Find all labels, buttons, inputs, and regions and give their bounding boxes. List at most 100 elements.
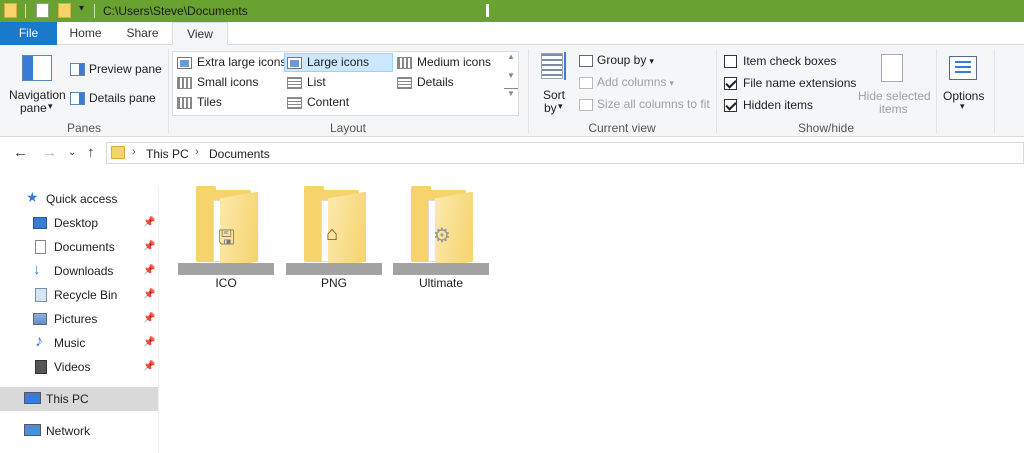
hidden-items-checkbox[interactable] bbox=[724, 99, 737, 113]
size-all-columns-button[interactable]: Size all columns to fit bbox=[579, 97, 710, 111]
folder-item-ico[interactable]: 🖫 ICO bbox=[178, 183, 274, 293]
up-arrow-icon[interactable]: ↑ bbox=[87, 144, 95, 161]
hide-selected-label-line2: items bbox=[879, 102, 908, 116]
window-title: C:\Users\Steve\Documents bbox=[103, 4, 248, 18]
preview-pane-button[interactable]: Preview pane bbox=[70, 62, 162, 77]
customize-quick-access-icon[interactable]: ▾ bbox=[79, 3, 84, 14]
folder-icon[interactable] bbox=[4, 3, 17, 18]
large-icons-icon bbox=[287, 56, 302, 69]
small-icons-icon bbox=[177, 76, 192, 89]
content-icon bbox=[287, 96, 302, 109]
add-columns-button[interactable]: Add columns ▾ bbox=[579, 75, 674, 89]
sort-by-label-line2: by bbox=[544, 101, 557, 115]
desktop-icon bbox=[33, 217, 47, 229]
recent-locations-chevron-icon[interactable]: ⌄ bbox=[68, 147, 76, 158]
file-name-extensions-checkbox[interactable] bbox=[724, 77, 737, 91]
layout-medium-icons[interactable]: Medium icons bbox=[395, 53, 491, 72]
group-separator bbox=[994, 49, 995, 133]
layout-large-icons[interactable]: Large icons bbox=[284, 53, 393, 72]
documents-icon bbox=[35, 240, 46, 254]
list-icon bbox=[287, 76, 302, 89]
item-check-boxes-label: Item check boxes bbox=[743, 54, 837, 68]
expand-gallery-icon[interactable]: ▼ bbox=[504, 88, 518, 98]
pin-icon[interactable]: 📌 bbox=[143, 259, 155, 283]
current-view-group-label: Current view bbox=[588, 121, 656, 135]
thumbnail-bar bbox=[393, 263, 489, 275]
hidden-items-toggle[interactable]: Hidden items bbox=[724, 98, 813, 113]
properties-icon[interactable] bbox=[36, 3, 49, 18]
breadcrumb-documents[interactable]: Documents bbox=[209, 147, 270, 161]
folder-item-ultimate[interactable]: ⚙ Ultimate bbox=[393, 183, 489, 293]
music-icon: ♪ bbox=[35, 333, 43, 350]
item-check-boxes-checkbox[interactable] bbox=[724, 55, 737, 69]
details-pane-icon bbox=[70, 92, 85, 106]
star-icon: ★ bbox=[26, 189, 39, 205]
hide-selected-items-icon bbox=[881, 54, 903, 82]
pin-icon[interactable]: 📌 bbox=[143, 283, 155, 307]
panes-group-label: Panes bbox=[66, 121, 102, 135]
nav-this-pc[interactable]: This PC bbox=[0, 387, 158, 411]
nav-quick-access[interactable]: ★ Quick access bbox=[0, 187, 158, 211]
breadcrumb-chevron-icon[interactable]: › bbox=[132, 146, 136, 158]
nav-item-recycle-bin[interactable]: Recycle Bin 📌 bbox=[0, 283, 158, 307]
nav-item-music[interactable]: ♪ Music 📌 bbox=[0, 331, 158, 355]
preview-pane-label: Preview pane bbox=[89, 62, 162, 76]
nav-item-desktop[interactable]: Desktop 📌 bbox=[0, 211, 158, 235]
new-folder-icon[interactable] bbox=[58, 3, 71, 18]
breadcrumb-this-pc[interactable]: This PC bbox=[146, 147, 189, 161]
tab-share[interactable]: Share bbox=[114, 22, 171, 45]
preview-pane-icon bbox=[70, 63, 85, 77]
tab-view[interactable]: View bbox=[172, 22, 228, 46]
folder-name: PNG bbox=[320, 276, 347, 290]
size-all-columns-label: Size all columns to fit bbox=[597, 97, 710, 111]
pin-icon[interactable]: 📌 bbox=[143, 307, 155, 331]
back-arrow-icon[interactable]: ← bbox=[13, 144, 28, 161]
file-name-extensions-label: File name extensions bbox=[743, 76, 857, 90]
scroll-up-icon[interactable]: ▲ bbox=[504, 52, 518, 61]
tab-home[interactable]: Home bbox=[57, 22, 114, 45]
pin-icon[interactable]: 📌 bbox=[143, 331, 155, 355]
chevron-down-icon: ▾ bbox=[669, 78, 674, 88]
layout-content[interactable]: Content bbox=[285, 93, 349, 112]
item-check-boxes-toggle[interactable]: Item check boxes bbox=[724, 54, 837, 69]
nav-item-downloads[interactable]: ↓ Downloads 📌 bbox=[0, 259, 158, 283]
group-separator bbox=[936, 49, 937, 133]
tab-file[interactable]: File bbox=[0, 22, 57, 45]
breadcrumb-chevron-icon[interactable]: › bbox=[195, 146, 199, 158]
scroll-down-icon[interactable]: ▼ bbox=[504, 71, 518, 80]
qa-separator bbox=[94, 4, 95, 18]
layout-tiles[interactable]: Tiles bbox=[175, 93, 222, 112]
navigation-pane-label-line2: pane bbox=[20, 101, 47, 115]
details-pane-button[interactable]: Details pane bbox=[70, 91, 156, 106]
pin-icon[interactable]: 📌 bbox=[143, 355, 155, 379]
extra-large-icons-icon bbox=[177, 56, 192, 69]
layout-small-icons[interactable]: Small icons bbox=[175, 73, 258, 92]
layout-gallery-scroll[interactable]: ▲ ▼ ▼ bbox=[504, 52, 518, 115]
layout-extra-large-icons[interactable]: Extra large icons bbox=[175, 53, 286, 72]
sort-by-icon bbox=[541, 53, 563, 79]
sort-by-label: Sort bbox=[543, 88, 566, 102]
chevron-down-icon: ▾ bbox=[558, 101, 563, 111]
computer-icon bbox=[24, 392, 41, 404]
nav-item-videos[interactable]: Videos 📌 bbox=[0, 355, 158, 379]
group-by-button[interactable]: Group by ▾ bbox=[579, 53, 654, 67]
group-by-label: Group by bbox=[597, 53, 647, 67]
layout-list[interactable]: List bbox=[285, 73, 326, 92]
folder-item-png[interactable]: ⌂ PNG bbox=[286, 183, 382, 293]
folder-icon bbox=[111, 146, 125, 159]
text-cursor bbox=[486, 4, 489, 17]
network-icon bbox=[24, 424, 41, 436]
folder-name: Ultimate bbox=[418, 276, 463, 290]
pane-divider[interactable] bbox=[158, 185, 159, 453]
nav-item-pictures[interactable]: Pictures 📌 bbox=[0, 307, 158, 331]
layout-details[interactable]: Details bbox=[395, 73, 454, 92]
forward-arrow-icon[interactable]: → bbox=[42, 144, 57, 161]
file-name-extensions-toggle[interactable]: File name extensions bbox=[724, 76, 857, 91]
nav-item-documents[interactable]: Documents 📌 bbox=[0, 235, 158, 259]
pin-icon[interactable]: 📌 bbox=[143, 211, 155, 235]
pin-icon[interactable]: 📌 bbox=[143, 235, 155, 259]
medium-icons-icon bbox=[397, 56, 412, 69]
layout-group-label: Layout bbox=[329, 121, 367, 135]
nav-network[interactable]: Network bbox=[0, 419, 158, 443]
add-columns-label: Add columns bbox=[597, 75, 667, 89]
